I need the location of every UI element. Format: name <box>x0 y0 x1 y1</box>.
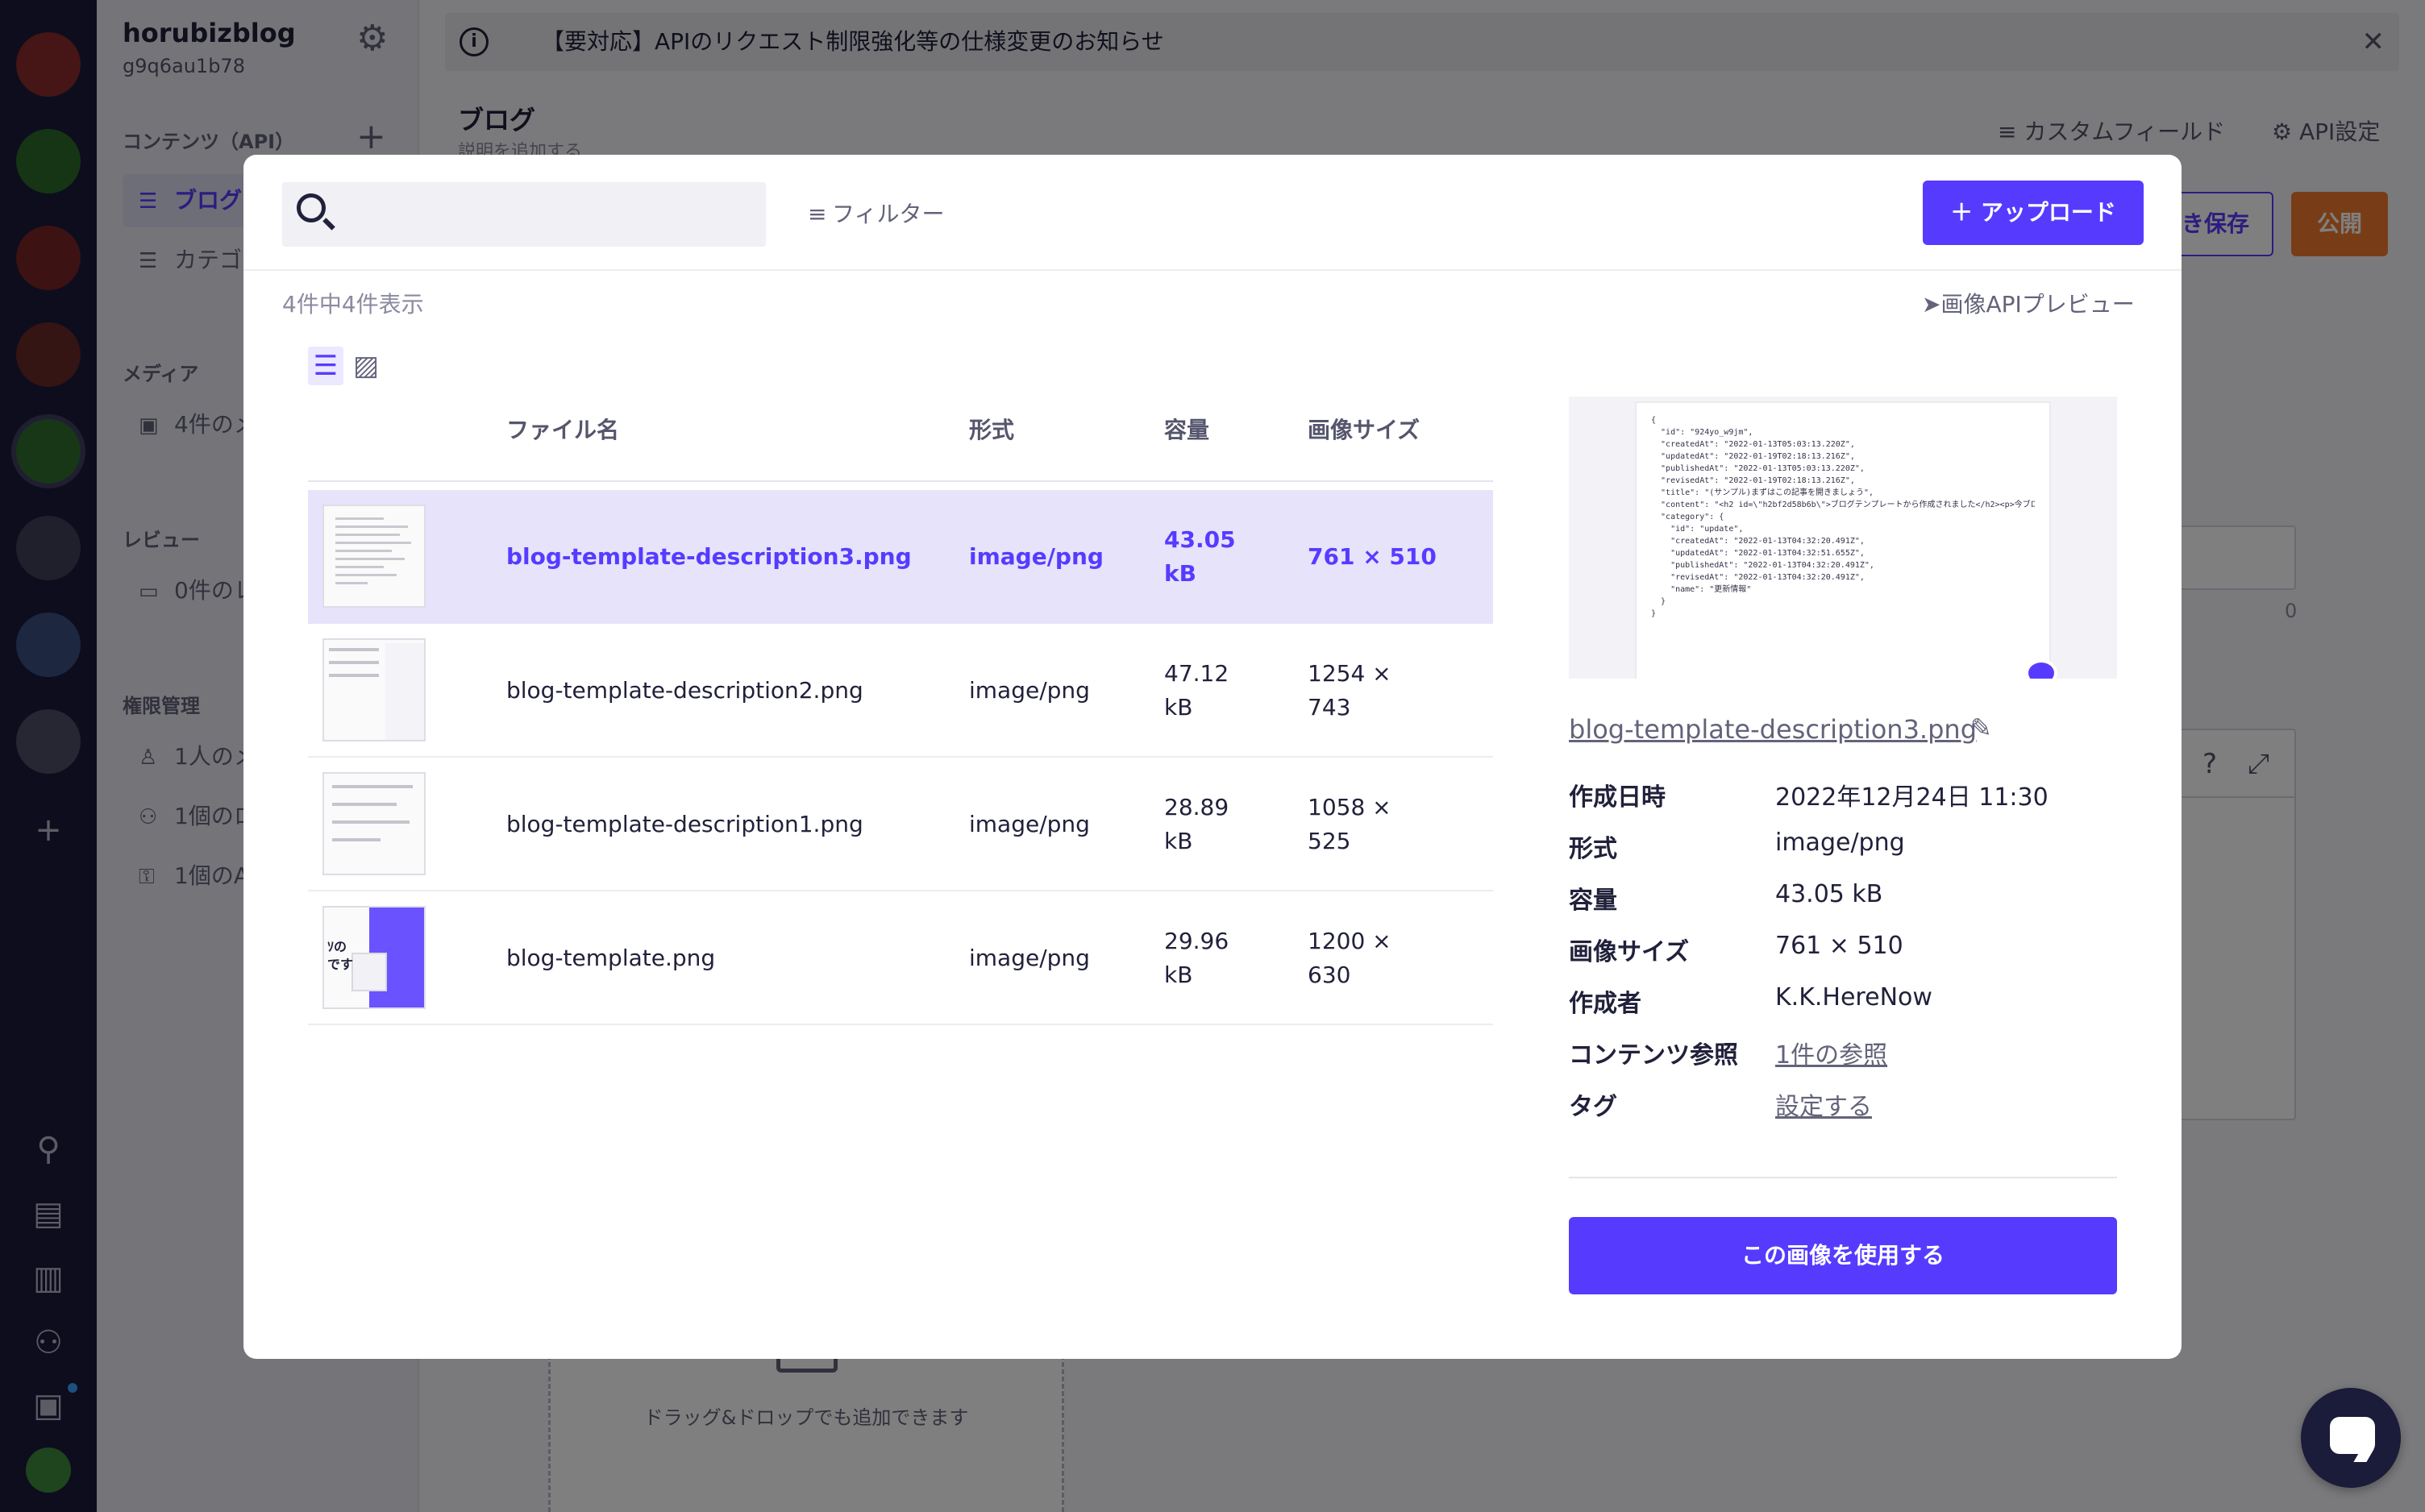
table-row[interactable]: blog-template-description1.png image/png… <box>308 758 1493 891</box>
column-header-size[interactable]: 容量 <box>1164 397 1209 464</box>
image-api-preview-link[interactable]: ➤画像APIプレビュー <box>1922 287 2135 319</box>
table-row[interactable]: ｿの です blog-template.png image/png 29.96 … <box>308 891 1493 1025</box>
image-dimensions: 1058 × 525 <box>1308 794 1391 854</box>
file-size: 43.05 kB <box>1164 526 1236 587</box>
preview-json-line: "id": "update", <box>1651 525 1744 534</box>
preview-json-line: } <box>1651 609 1657 618</box>
media-select-modal: ≡ フィルター ＋ アップロード 4件中4件表示 ➤画像APIプレビュー ☰ ▨ … <box>243 155 2182 1359</box>
result-count: 4件中4件表示 <box>282 291 424 318</box>
preview-json-line: "title": "(サンプル)まずはこの記事を開きましょう", <box>1651 488 1874 497</box>
filter-button[interactable]: ≡ フィルター <box>808 197 944 229</box>
preview-json-line: "revisedAt": "2022-01-13T04:32:20.491Z", <box>1651 573 1865 582</box>
view-toggle: ☰ ▨ <box>308 347 385 385</box>
use-image-button[interactable]: この画像を使用する <box>1569 1217 2117 1294</box>
file-name: blog-template-description3.png <box>506 543 912 570</box>
table-row[interactable]: blog-template-description2.png image/png… <box>308 624 1493 758</box>
preview-json-line: { <box>1651 416 1657 425</box>
chat-icon <box>2330 1417 2375 1454</box>
meta-value-size: 43.05 kB <box>1775 880 1883 908</box>
preview-json-line: "category": { <box>1651 513 1724 521</box>
image-preview: { "id": "924yo_w9jm", "createdAt": "2022… <box>1569 397 2117 679</box>
meta-value-author: K.K.HereNow <box>1775 983 1932 1011</box>
image-dimensions: 761 × 510 <box>1308 543 1437 570</box>
preview-json-line: "revisedAt": "2022-01-19T02:18:13.216Z", <box>1651 476 1855 485</box>
table-header-divider <box>308 480 1493 482</box>
file-size: 28.89 kB <box>1164 794 1229 854</box>
detail-file-name-link[interactable]: blog-template-description3.png <box>1569 714 1977 745</box>
image-api-preview-label: 画像APIプレビュー <box>1940 291 2135 318</box>
preview-document: { "id": "924yo_w9jm", "createdAt": "2022… <box>1637 403 2049 679</box>
column-header-format[interactable]: 形式 <box>969 397 1014 464</box>
detail-divider <box>1569 1177 2117 1178</box>
meta-label-format: 形式 <box>1569 835 1617 863</box>
image-thumbnail <box>322 638 426 741</box>
references-link[interactable]: 1件の参照 <box>1775 1035 1887 1070</box>
file-format: image/png <box>969 811 1090 837</box>
file-size: 47.12 kB <box>1164 660 1229 721</box>
column-header-filename[interactable]: ファイル名 <box>506 397 619 464</box>
file-format: image/png <box>969 677 1090 704</box>
meta-value-dimensions: 761 × 510 <box>1775 932 1903 960</box>
search-icon <box>297 193 326 222</box>
preview-json-line: "id": "924yo_w9jm", <box>1651 428 1753 437</box>
file-name: blog-template-description2.png <box>506 677 863 704</box>
thumbnail-text: ｿの です <box>327 939 354 972</box>
meta-label-references: コンテンツ参照 <box>1569 1041 1738 1070</box>
meta-value-format: image/png <box>1775 829 1905 857</box>
meta-label-created: 作成日時 <box>1569 783 1666 812</box>
file-format: image/png <box>969 543 1104 570</box>
image-dimensions: 1200 × 630 <box>1308 928 1391 988</box>
pencil-icon[interactable]: ✎ <box>1970 712 1992 743</box>
preview-json-line: } <box>1651 597 1666 606</box>
meta-label-tags: タグ <box>1569 1093 1617 1121</box>
search-box[interactable] <box>282 182 766 247</box>
preview-json-line: "publishedAt": "2022-01-13T05:03:13.220Z… <box>1651 464 1865 473</box>
table-row[interactable]: blog-template-description3.png image/png… <box>308 490 1493 624</box>
preview-json-line: "updatedAt": "2022-01-19T02:18:13.216Z", <box>1651 452 1855 461</box>
image-thumbnail <box>322 772 426 875</box>
grid-view-icon[interactable]: ▨ <box>348 347 384 385</box>
filter-label: フィルター <box>832 201 945 227</box>
file-size: 29.96 kB <box>1164 928 1229 988</box>
file-format: image/png <box>969 945 1090 971</box>
preview-json-line: "content": "<h2 id=\"h2bf2d58b6b\">ブログテン… <box>1651 501 2035 509</box>
image-dimensions: 1254 × 743 <box>1308 660 1391 721</box>
preview-json-line: "createdAt": "2022-01-13T05:03:13.220Z", <box>1651 440 1855 449</box>
preview-json-line: "updatedAt": "2022-01-13T04:32:51.655Z", <box>1651 549 1865 558</box>
image-thumbnail: ｿの です <box>322 906 426 1009</box>
upload-button[interactable]: ＋ アップロード <box>1923 181 2144 245</box>
preview-json-line: "createdAt": "2022-01-13T04:32:20.491Z", <box>1651 537 1865 546</box>
list-view-icon[interactable]: ☰ <box>308 347 343 385</box>
filter-icon: ≡ <box>808 201 827 227</box>
preview-json-line: "name": "更新情報" <box>1651 585 1752 594</box>
chat-support-button[interactable] <box>2301 1388 2401 1488</box>
send-icon: ➤ <box>1922 291 1941 318</box>
search-input[interactable] <box>347 190 750 239</box>
meta-value-created: 2022年12月24日 11:30 <box>1775 783 2049 812</box>
image-thumbnail <box>322 505 426 608</box>
file-name: blog-template.png <box>506 945 716 971</box>
meta-label-author: 作成者 <box>1569 990 1641 1018</box>
meta-label-size: 容量 <box>1569 887 1617 915</box>
column-header-dimensions[interactable]: 画像サイズ <box>1308 397 1420 464</box>
meta-label-dimensions: 画像サイズ <box>1569 938 1690 966</box>
header-divider <box>243 269 2182 271</box>
comment-bubble-icon <box>2025 659 2057 679</box>
set-tags-link[interactable]: 設定する <box>1775 1086 1872 1122</box>
file-name: blog-template-description1.png <box>506 811 863 837</box>
preview-json-line: "publishedAt": "2022-01-13T04:32:20.491Z… <box>1651 561 1874 570</box>
